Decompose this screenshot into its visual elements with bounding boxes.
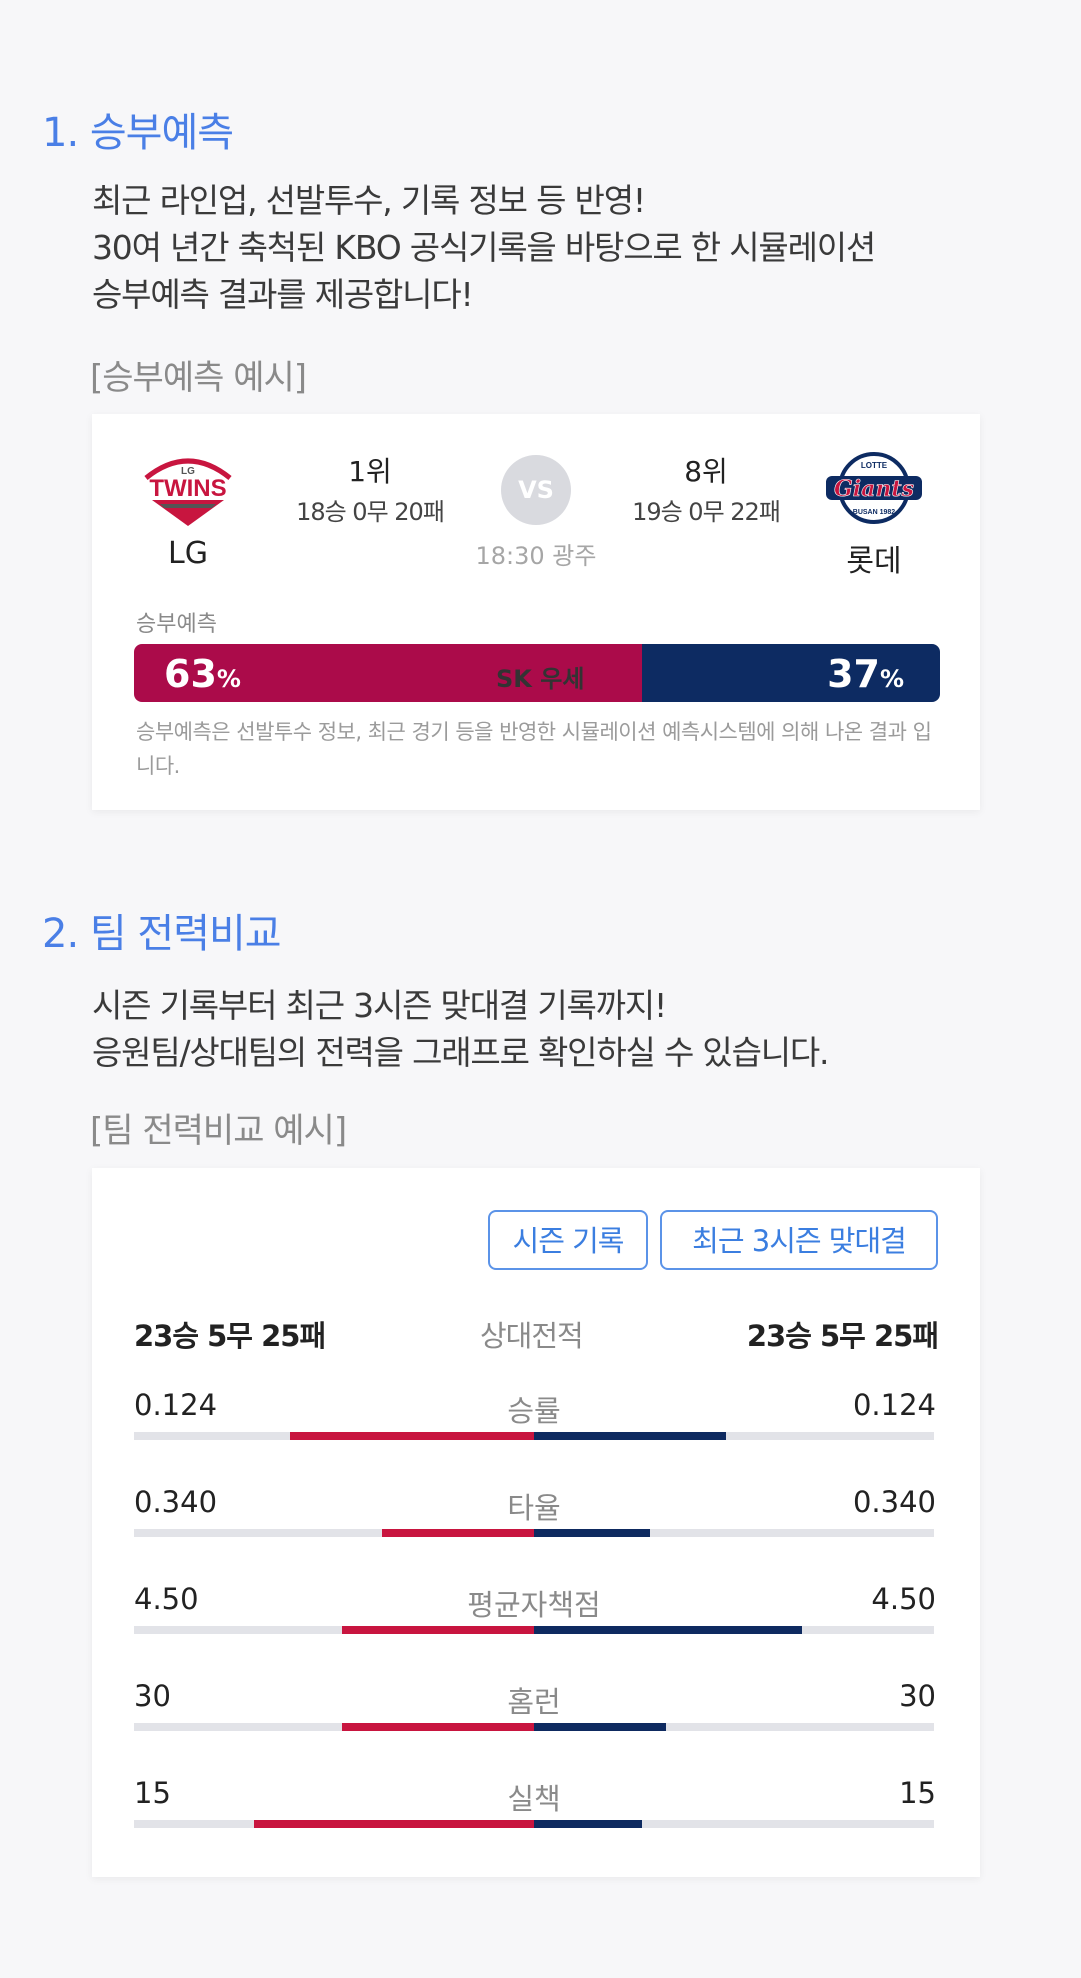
home-win-percent: 63% bbox=[164, 652, 241, 696]
away-stat-bar bbox=[534, 1626, 802, 1634]
stat-label: 승률 bbox=[507, 1394, 561, 1428]
logo-text-main: Giants bbox=[834, 476, 914, 502]
section-title-prediction: 1. 승부예측 bbox=[42, 110, 234, 156]
home-stat-bar bbox=[254, 1820, 534, 1828]
logo-text-main: TWINS bbox=[149, 475, 226, 502]
away-stat-bar bbox=[534, 1529, 650, 1537]
prediction-example-label: [승부예측 예시] bbox=[90, 358, 307, 398]
away-team-record: 19승 0무 22패 bbox=[632, 498, 781, 526]
game-time-location: 18:30 광주 bbox=[475, 542, 597, 570]
home-season-record: 23승 5무 25패 bbox=[134, 1319, 326, 1353]
description-line: 시즌 기록부터 최근 3시즌 맞대결 기록까지! bbox=[92, 986, 667, 1025]
home-stat-bar bbox=[342, 1723, 534, 1731]
home-stat-value: 0.340 bbox=[134, 1485, 218, 1519]
away-prediction-fill: 37% bbox=[641, 644, 940, 702]
away-stat-bar bbox=[534, 1432, 726, 1440]
home-stat-value: 4.50 bbox=[134, 1582, 199, 1616]
prediction-label: 승부예측 bbox=[136, 612, 217, 637]
home-stat-bar bbox=[290, 1432, 534, 1440]
away-season-record: 23승 5무 25패 bbox=[746, 1319, 939, 1353]
home-team-name: LG bbox=[168, 536, 208, 571]
away-stat-value: 30 bbox=[899, 1679, 936, 1713]
logo-text-top: LOTTE bbox=[861, 461, 888, 470]
logo-text-bottom: BUSAN 1982 bbox=[853, 509, 896, 516]
description-line: 승부예측 결과를 제공합니다! bbox=[92, 275, 474, 314]
section-title-team-compare: 2. 팀 전력비교 bbox=[42, 911, 282, 957]
tab-season-record[interactable]: 시즌 기록 bbox=[488, 1210, 648, 1270]
advantage-text: SK 우세 bbox=[496, 665, 585, 693]
away-stat-bar bbox=[534, 1820, 642, 1828]
vs-badge: VS bbox=[501, 455, 571, 525]
away-team-name: 롯데 bbox=[846, 544, 902, 579]
prediction-note: 승부예측은 선발투수 정보, 최근 경기 등을 반영한 시뮬레이션 예측시스템에… bbox=[136, 720, 932, 778]
home-stat-value: 0.124 bbox=[134, 1388, 218, 1422]
away-stat-value: 0.124 bbox=[852, 1388, 936, 1422]
away-team-rank: 8위 bbox=[684, 455, 728, 488]
stat-track bbox=[134, 1723, 934, 1731]
description-line: 응원팀/상대팀의 전력을 그래프로 확인하실 수 있습니다. bbox=[92, 1033, 830, 1072]
prediction-description: 최근 라인업, 선발투수, 기록 정보 등 반영! 30여 년간 축척된 KBO… bbox=[92, 177, 876, 318]
stat-label: 평균자책점 bbox=[467, 1588, 601, 1622]
stat-track bbox=[134, 1626, 934, 1634]
lg-twins-logo-icon: LG TWINS bbox=[138, 450, 238, 540]
stat-label: 실책 bbox=[507, 1782, 561, 1816]
stat-track bbox=[134, 1529, 934, 1537]
prediction-bar: 63% 37% SK 우세 bbox=[134, 644, 940, 702]
away-stat-bar bbox=[534, 1723, 666, 1731]
description-line: 최근 라인업, 선발투수, 기록 정보 등 반영! bbox=[92, 181, 646, 220]
prediction-card: LG TWINS LG 1위 18승 0무 20패 VS 18:30 광주 8위… bbox=[92, 414, 980, 810]
home-team-rank: 1위 bbox=[348, 455, 392, 488]
lotte-giants-logo-icon: LOTTE Giants BUSAN 1982 bbox=[824, 450, 924, 540]
stat-label: 홈런 bbox=[507, 1685, 561, 1719]
away-stat-value: 0.340 bbox=[852, 1485, 936, 1519]
head-to-head-label: 상대전적 bbox=[480, 1319, 584, 1353]
away-stat-value: 15 bbox=[899, 1776, 936, 1810]
compare-description: 시즌 기록부터 최근 3시즌 맞대결 기록까지! 응원팀/상대팀의 전력을 그래… bbox=[92, 982, 830, 1076]
stat-track bbox=[134, 1432, 934, 1440]
away-stat-value: 4.50 bbox=[871, 1582, 936, 1616]
stat-label: 타율 bbox=[507, 1491, 561, 1525]
description-line: 30여 년간 축척된 KBO 공식기록을 바탕으로 한 시뮬레이션 bbox=[92, 228, 876, 267]
away-win-percent: 37% bbox=[827, 652, 904, 696]
home-stat-value: 30 bbox=[134, 1679, 171, 1713]
page: { "section1": { "title": "1. 승부예측", "des… bbox=[0, 0, 1081, 1978]
home-stat-bar bbox=[342, 1626, 534, 1634]
tab-recent-head-to-head[interactable]: 최근 3시즌 맞대결 bbox=[660, 1210, 938, 1270]
home-stat-value: 15 bbox=[134, 1776, 171, 1810]
stat-track bbox=[134, 1820, 934, 1828]
compare-example-label: [팀 전력비교 예시] bbox=[90, 1111, 347, 1151]
home-team-record: 18승 0무 20패 bbox=[296, 498, 445, 526]
team-compare-card: 시즌 기록 최근 3시즌 맞대결 23승 5무 25패 상대전적 23승 5무 … bbox=[92, 1168, 980, 1877]
home-stat-bar bbox=[382, 1529, 534, 1537]
